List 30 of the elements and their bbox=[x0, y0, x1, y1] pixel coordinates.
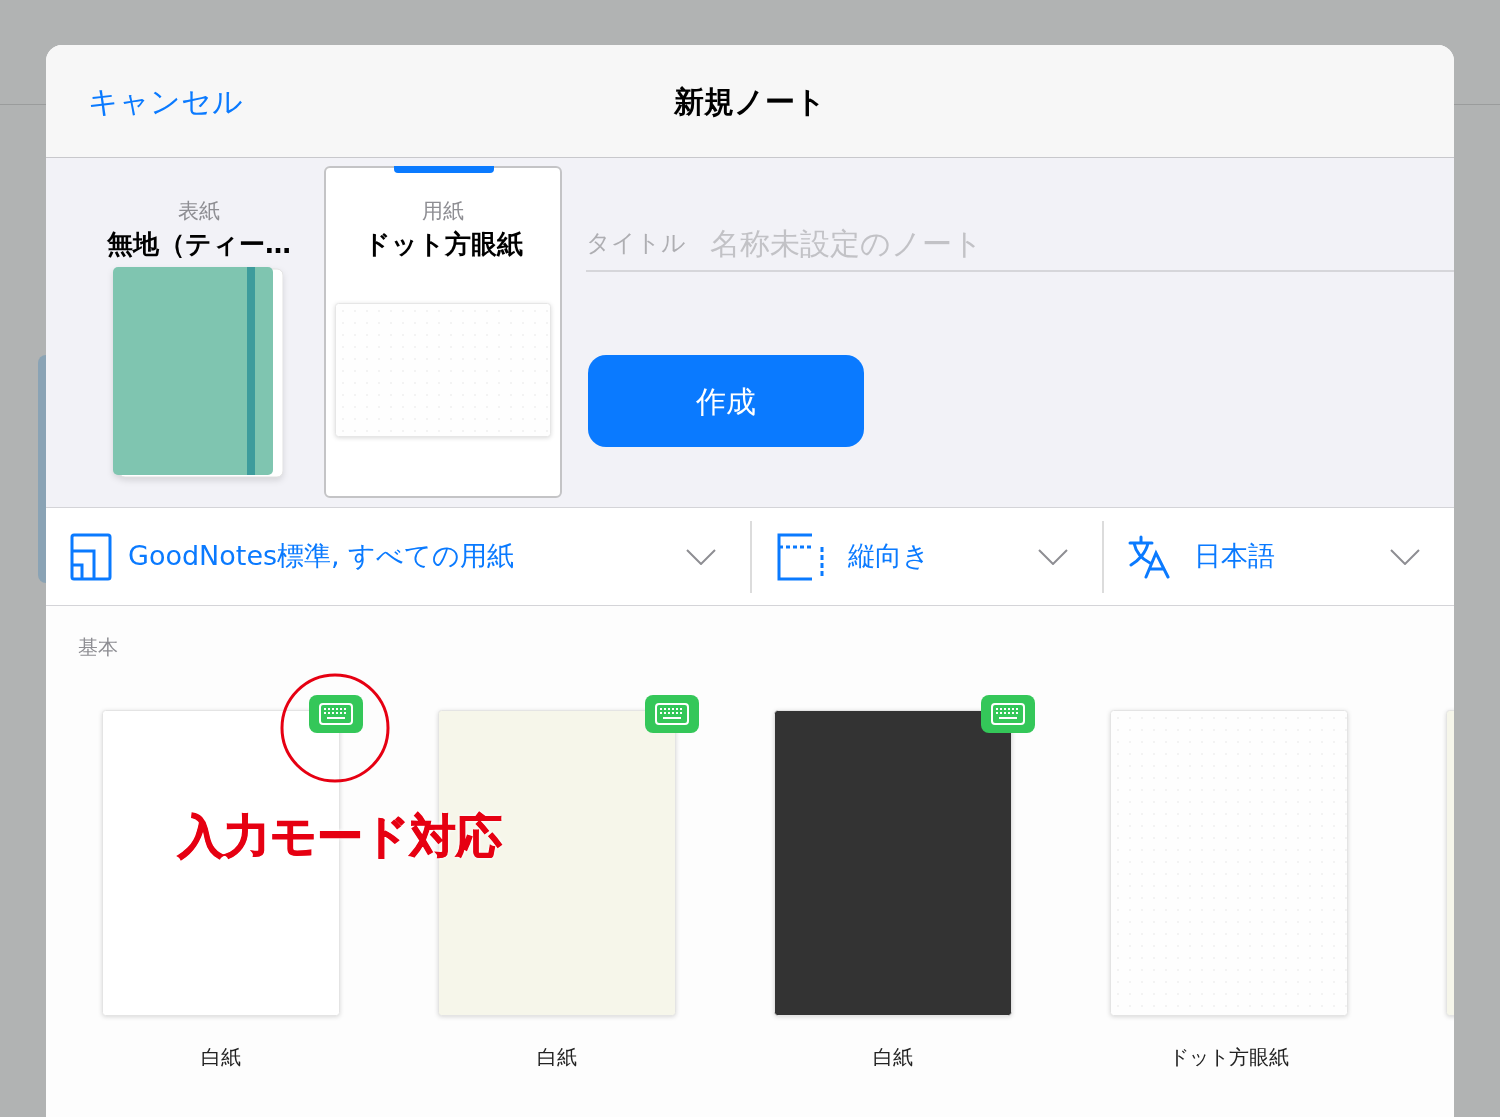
cancel-button[interactable]: キャンセル bbox=[88, 78, 243, 124]
dropdown-button[interactable]: 縦向き bbox=[750, 520, 1102, 593]
dropdown-label: 日本語 bbox=[1193, 539, 1276, 574]
dropdown-label: 縦向き bbox=[847, 539, 931, 574]
annotation-text: 入力モード対応 bbox=[178, 808, 502, 865]
template-label: ドット方眼紙 bbox=[1169, 1044, 1289, 1071]
translate-icon bbox=[1128, 534, 1172, 579]
chevron-down-icon bbox=[686, 548, 716, 565]
chevron-down-icon bbox=[1038, 548, 1068, 565]
dialog-title: 新規ノート bbox=[673, 83, 827, 121]
template-label: 白紙 bbox=[201, 1044, 241, 1071]
template-icon bbox=[70, 532, 112, 581]
field-label: タイトル bbox=[586, 228, 686, 259]
create-button[interactable]: 作成 bbox=[588, 355, 864, 447]
selector-value: 無地（ティー… bbox=[107, 228, 291, 261]
template-label: 白紙 bbox=[537, 1044, 577, 1071]
selector-card[interactable]: 表紙 無地（ティー… bbox=[80, 166, 318, 498]
dropdown-button[interactable]: 日本語 bbox=[1102, 520, 1454, 593]
chevron-down-icon bbox=[1390, 548, 1420, 565]
portrait-page-icon bbox=[776, 532, 826, 581]
selector-value: ドット方眼紙 bbox=[363, 228, 523, 261]
template-label: 白紙 bbox=[873, 1044, 913, 1071]
section-header: 基本 bbox=[78, 634, 118, 661]
selector-label: 表紙 bbox=[178, 198, 220, 225]
selector-label: 用紙 bbox=[422, 198, 464, 225]
dropdown-label: GoodNotes標準, すべての用紙 bbox=[128, 539, 516, 574]
template-thumbnail[interactable] bbox=[1110, 710, 1348, 1016]
template-thumbnail[interactable] bbox=[774, 710, 1012, 1016]
dropdown-button[interactable]: GoodNotes標準, すべての用紙 bbox=[46, 520, 750, 593]
selector-card[interactable]: 用紙 ドット方眼紙 bbox=[324, 166, 562, 498]
